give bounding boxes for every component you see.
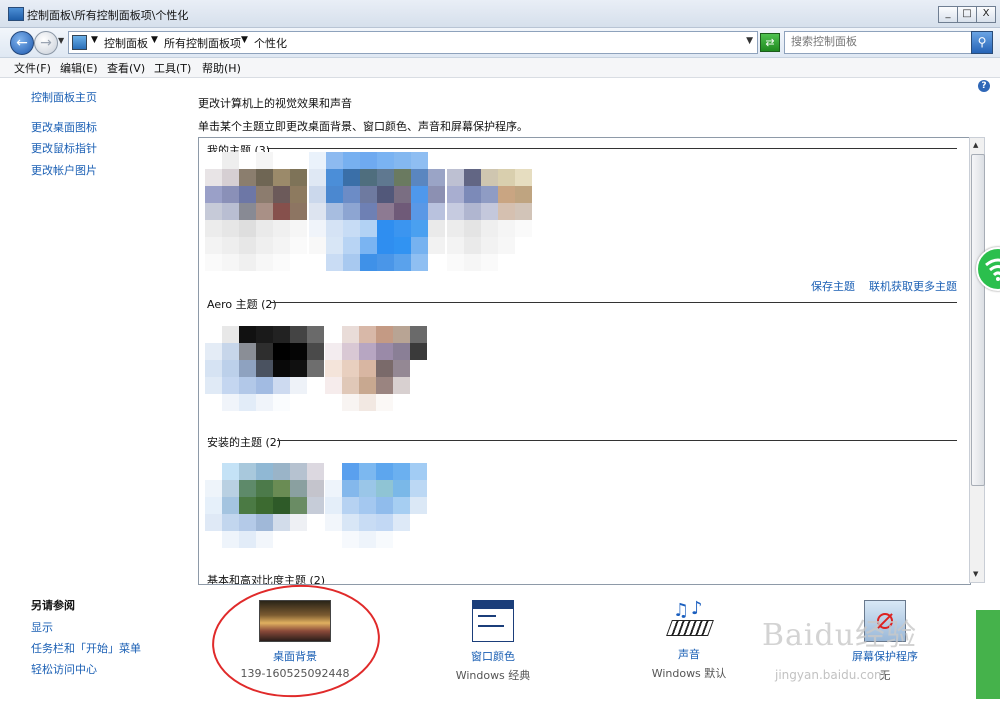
see-also-ease-of-access[interactable]: 轻松访问中心 bbox=[31, 661, 97, 677]
menu-edit[interactable]: 编辑(E) bbox=[60, 60, 98, 76]
sidebar-control-panel-home[interactable]: 控制面板主页 bbox=[31, 89, 97, 105]
window-color-item[interactable]: 窗口颜色 Windows 经典 bbox=[428, 600, 558, 683]
baidu-watermark-url: jingyan.baidu.com bbox=[775, 668, 886, 682]
forward-button[interactable]: → bbox=[34, 31, 58, 55]
back-button[interactable]: ← bbox=[10, 31, 34, 55]
window-color-label[interactable]: 窗口颜色 bbox=[428, 648, 558, 664]
close-button[interactable]: X bbox=[976, 6, 996, 23]
see-also-display[interactable]: 显示 bbox=[31, 619, 53, 635]
section-aero-themes: Aero 主题 (2) bbox=[207, 298, 277, 311]
menu-tools[interactable]: 工具(T) bbox=[154, 60, 191, 76]
menu-view[interactable]: 查看(V) bbox=[107, 60, 145, 76]
see-also-heading: 另请参阅 bbox=[31, 599, 75, 612]
window-title: 控制面板\所有控制面板项\个性化 bbox=[27, 9, 189, 22]
wifi-icon bbox=[985, 258, 1000, 281]
title-bar: 控制面板\所有控制面板项\个性化 _ □ X bbox=[0, 0, 1000, 28]
search-input[interactable] bbox=[785, 32, 941, 51]
control-panel-icon bbox=[8, 7, 24, 21]
window-color-value: Windows 经典 bbox=[455, 669, 531, 682]
theme-list[interactable]: 我的主题 (3) 保存主题 联机获取更多主题 Aero 主题 (2) 安装的主题… bbox=[198, 137, 971, 585]
baidu-watermark: Baidu经验 bbox=[762, 618, 918, 653]
see-also-taskbar-start-menu[interactable]: 任务栏和「开始」菜单 bbox=[31, 640, 141, 656]
search-icon: ⚲ bbox=[977, 35, 987, 49]
sidebar-change-mouse-pointers[interactable]: 更改鼠标指针 bbox=[31, 140, 97, 156]
theme-thumbnail-aero-1[interactable] bbox=[205, 326, 324, 411]
scroll-up-icon[interactable]: ▲ bbox=[973, 141, 978, 149]
menu-help[interactable]: 帮助(H) bbox=[202, 60, 241, 76]
section-divider bbox=[271, 302, 957, 303]
menu-file[interactable]: 文件(F) bbox=[14, 60, 51, 76]
breadcrumb-control-panel[interactable]: 控制面板 bbox=[104, 35, 148, 51]
get-more-themes-link[interactable]: 联机获取更多主题 bbox=[869, 278, 957, 294]
scrollbar-thumb[interactable] bbox=[971, 154, 985, 486]
maximize-button[interactable]: □ bbox=[957, 6, 977, 23]
recent-pages-dropdown-icon[interactable]: ▼ bbox=[58, 36, 64, 45]
breadcrumb-separator-icon[interactable]: ▼ bbox=[151, 35, 158, 45]
page-title: 更改计算机上的视觉效果和声音 bbox=[198, 97, 352, 110]
section-basic-themes: 基本和高对比度主题 (2) bbox=[207, 574, 326, 585]
section-installed-themes: 安装的主题 (2) bbox=[207, 436, 282, 449]
theme-thumbnail-1[interactable] bbox=[205, 152, 307, 271]
address-toolbar: ← → ▼ ▼ 控制面板 ▼ 所有控制面板项 ▼ 个性化 ▼ ⇄ ⚲ bbox=[0, 28, 1000, 58]
theme-thumbnail-installed-1[interactable] bbox=[205, 463, 324, 548]
breadcrumb-all-items[interactable]: 所有控制面板项 bbox=[164, 35, 241, 51]
sound-item[interactable]: ♫ ♪ 声音 Windows 默认 bbox=[624, 598, 754, 681]
address-field[interactable]: ▼ 控制面板 ▼ 所有控制面板项 ▼ 个性化 ▼ bbox=[68, 31, 758, 54]
sidebar-change-account-picture[interactable]: 更改帐户图片 bbox=[31, 162, 97, 178]
page-subtitle: 单击某个主题立即更改桌面背景、窗口颜色、声音和屏幕保护程序。 bbox=[198, 120, 528, 133]
theme-thumbnail-3[interactable] bbox=[447, 169, 549, 271]
help-icon[interactable]: ? bbox=[978, 80, 990, 92]
search-button[interactable]: ⚲ bbox=[971, 31, 993, 54]
arrow-right-icon: → bbox=[40, 35, 52, 51]
search-box[interactable]: ⚲ bbox=[784, 31, 993, 54]
theme-thumbnail-aero-2[interactable] bbox=[325, 326, 427, 411]
address-dropdown-icon[interactable]: ▼ bbox=[746, 36, 753, 46]
theme-thumbnail-installed-2[interactable] bbox=[325, 463, 427, 548]
window-color-icon bbox=[472, 600, 514, 642]
arrow-left-icon: ← bbox=[16, 35, 28, 51]
sound-icon: ♫ ♪ bbox=[666, 598, 714, 640]
theme-thumbnail-2[interactable] bbox=[309, 152, 445, 271]
side-widget[interactable] bbox=[976, 610, 1000, 699]
sound-label[interactable]: 声音 bbox=[624, 646, 754, 662]
section-divider bbox=[277, 440, 957, 441]
scroll-down-icon[interactable]: ▼ bbox=[973, 570, 978, 578]
theme-list-scrollbar[interactable]: ▲ ▼ bbox=[969, 137, 985, 583]
save-theme-link[interactable]: 保存主题 bbox=[811, 278, 855, 294]
section-divider bbox=[267, 148, 957, 149]
refresh-icon: ⇄ bbox=[765, 36, 775, 49]
refresh-button[interactable]: ⇄ bbox=[760, 33, 780, 52]
control-panel-icon bbox=[72, 35, 87, 50]
breadcrumb-personalization[interactable]: 个性化 bbox=[254, 35, 287, 51]
breadcrumb-separator-icon[interactable]: ▼ bbox=[241, 35, 248, 45]
sidebar-change-desktop-icons[interactable]: 更改桌面图标 bbox=[31, 119, 97, 135]
minimize-button[interactable]: _ bbox=[938, 6, 958, 23]
breadcrumb-separator-icon[interactable]: ▼ bbox=[91, 35, 98, 45]
menu-bar: 文件(F) 编辑(E) 查看(V) 工具(T) 帮助(H) bbox=[0, 58, 1000, 78]
sound-value: Windows 默认 bbox=[651, 667, 727, 680]
